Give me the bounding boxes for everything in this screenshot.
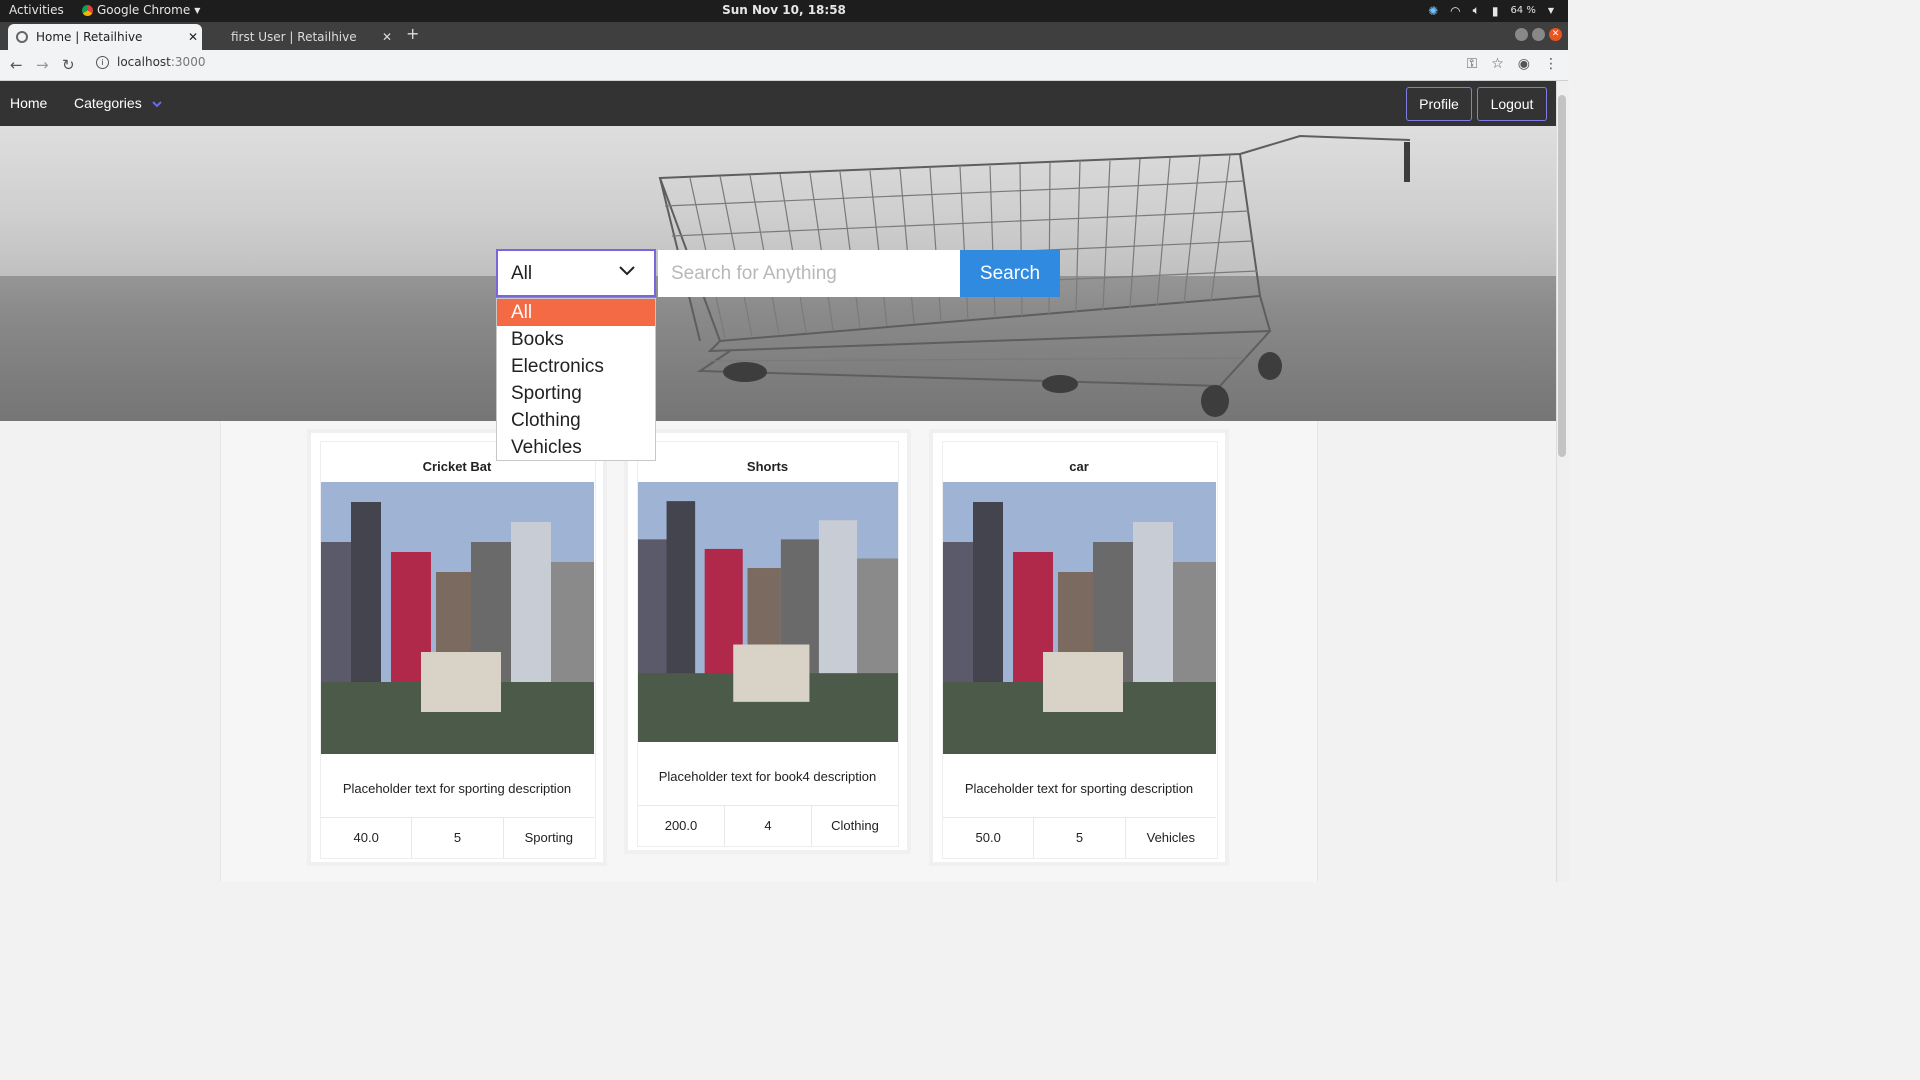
search-button[interactable]: Search [960,250,1060,297]
close-window-button[interactable]: ✕ [1549,28,1562,41]
product-stats: 200.0 4 Clothing [638,805,898,846]
product-price: 50.0 [943,818,1035,858]
maximize-button[interactable] [1532,28,1545,41]
product-image [943,482,1216,754]
category-option-all[interactable]: All [497,299,655,326]
address-bar-actions: ⚿ ☆ ◉ ⋮ [1467,56,1558,72]
globe-icon [16,31,28,43]
product-category: Clothing [831,818,879,833]
url-port: :3000 [170,55,206,69]
product-image [638,482,898,742]
product-name: car [1069,459,1089,474]
product-image [321,482,594,754]
product-card[interactable]: car Placeholder text for sporting descri… [929,429,1229,866]
nav-home-link[interactable]: Home [10,95,47,111]
product-quantity: 4 [725,806,812,846]
chevron-down-icon [619,266,635,276]
close-icon[interactable]: ✕ [378,30,396,44]
menu-dots-icon[interactable]: ⋮ [1544,56,1558,72]
product-card[interactable]: Cricket Bat Placeholder text for sportin… [307,429,607,866]
category-option-clothing[interactable]: Clothing [497,407,655,434]
volume-icon: 🔈︎ [1472,3,1480,17]
product-name: Cricket Bat [422,459,492,474]
product-price: 200.0 [638,806,725,846]
url-host: localhost [117,55,171,69]
url-field[interactable]: i localhost:3000 [96,55,205,69]
new-tab-button[interactable]: + [406,24,419,43]
os-top-bar: Activities Google Chrome ▼ Sun Nov 10, 1… [0,0,1568,22]
product-price: 40.0 [321,818,413,858]
category-option-electronics[interactable]: Electronics [497,353,655,380]
product-quantity: 5 [1034,818,1126,858]
back-arrow-icon[interactable]: ← [10,56,23,74]
scrollbar-thumb[interactable] [1558,95,1566,457]
network-status-icon: ✺ [1428,3,1439,18]
star-icon[interactable]: ☆ [1491,56,1504,72]
window-controls: ✕ [1515,28,1562,41]
info-icon[interactable]: i [96,55,109,69]
tab-home[interactable]: Home | Retailhive ✕ [8,24,202,50]
profile-button[interactable]: Profile [1406,87,1472,121]
clock[interactable]: Sun Nov 10, 18:58 [0,3,1568,17]
wifi-icon: ◠ [1450,3,1461,18]
tab-title: Home | Retailhive [36,30,143,44]
tab-first-user[interactable]: first User | Retailhive ✕ [216,24,396,50]
battery-icon: ▮ [1491,3,1499,18]
product-card[interactable]: Shorts Placeholder text for book4 descri… [624,429,911,854]
nav-categories-label: Categories [74,95,142,111]
address-bar: ← → ↻ i localhost:3000 ⚿ ☆ ◉ ⋮ [0,50,1568,81]
tab-strip: Home | Retailhive ✕ first User | Retailh… [0,22,1568,50]
key-icon[interactable]: ⚿ [1467,56,1478,72]
product-stats: 40.0 5 Sporting [321,817,594,858]
category-dropdown-menu: All Books Electronics Sporting Clothing … [496,298,656,461]
account-icon[interactable]: ◉ [1518,56,1530,72]
tab-title: first User | Retailhive [231,30,357,44]
product-name: Shorts [746,459,789,474]
product-description: Placeholder text for book4 description [658,769,877,784]
nav-categories-dropdown[interactable]: Categories [74,95,162,111]
product-description: Placeholder text for sporting descriptio… [342,781,572,796]
battery-level: 64 % [1510,5,1536,16]
product-category: Vehicles [1146,830,1196,845]
category-option-vehicles[interactable]: Vehicles [497,434,655,461]
logout-button[interactable]: Logout [1477,87,1547,121]
product-stats: 50.0 5 Vehicles [943,817,1216,858]
product-description: Placeholder text for sporting descriptio… [964,781,1194,796]
system-tray[interactable]: ✺ ◠ 🔈︎ ▮ 64 % ▼ [1428,3,1554,18]
chevron-down-icon: ▼ [1547,6,1554,15]
app-navbar: Home Categories Profile Logout [0,81,1556,126]
minimize-button[interactable] [1515,28,1528,41]
close-icon[interactable]: ✕ [184,30,202,44]
forward-arrow-icon[interactable]: → [36,56,49,74]
reload-icon[interactable]: ↻ [62,56,75,74]
category-option-books[interactable]: Books [497,326,655,353]
category-option-sporting[interactable]: Sporting [497,380,655,407]
search-input[interactable] [658,250,960,297]
product-quantity: 5 [412,818,504,858]
chevron-down-icon [151,101,162,108]
product-category: Sporting [524,830,574,845]
category-select-value: All [511,263,533,284]
category-select[interactable]: All [496,249,656,297]
